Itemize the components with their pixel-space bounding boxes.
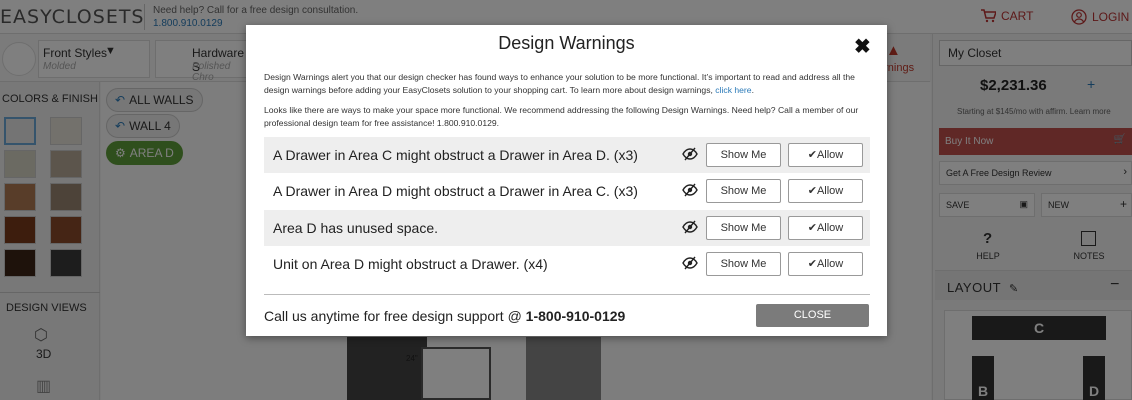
warning-text: A Drawer in Area D might obstruct a Draw… [273, 183, 638, 199]
show-me-button[interactable]: Show Me [706, 252, 781, 276]
warning-text: Unit on Area D might obstruct a Drawer. … [273, 256, 548, 272]
help-paragraph: Looks like there are ways to make your s… [264, 105, 859, 128]
allow-label: Allow [816, 222, 844, 234]
warning-row: A Drawer in Area C might obstruct a Draw… [264, 137, 870, 173]
warning-row: A Drawer in Area D might obstruct a Draw… [264, 173, 870, 209]
allow-label: Allow [816, 185, 844, 197]
intro-text: Design Warnings alert you that our desig… [264, 72, 855, 95]
show-me-button[interactable]: Show Me [706, 143, 781, 167]
intro-paragraph: Design Warnings alert you that our desig… [264, 71, 870, 97]
intro-end: . [751, 85, 754, 95]
support-phone[interactable]: 1-800-910-0129 [526, 308, 626, 324]
check-icon: ✔ [807, 149, 817, 161]
check-icon: ✔ [807, 185, 817, 197]
hidden-eye-icon[interactable] [682, 256, 698, 270]
footer-divider [264, 294, 870, 295]
allow-button[interactable]: ✔Allow [788, 216, 863, 240]
hidden-eye-icon[interactable] [682, 220, 698, 234]
learn-more-link[interactable]: click here [715, 85, 751, 95]
hidden-eye-icon[interactable] [682, 183, 698, 197]
close-icon[interactable]: ✖ [854, 37, 871, 57]
warning-row: Area D has unused space. Show Me ✔Allow [264, 210, 870, 246]
show-me-button[interactable]: Show Me [706, 216, 781, 240]
support-footer: Call us anytime for free design support … [264, 308, 625, 324]
warning-text: Area D has unused space. [273, 220, 438, 236]
modal-title: Design Warnings [498, 33, 635, 53]
check-icon: ✔ [807, 258, 817, 270]
design-warnings-modal: Design Warnings ✖ Design Warnings alert … [246, 25, 887, 336]
allow-label: Allow [816, 258, 844, 270]
allow-label: Allow [816, 149, 844, 161]
allow-button[interactable]: ✔Allow [788, 143, 863, 167]
hidden-eye-icon[interactable] [682, 147, 698, 161]
show-me-button[interactable]: Show Me [706, 179, 781, 203]
check-icon: ✔ [807, 222, 817, 234]
warning-text: A Drawer in Area C might obstruct a Draw… [273, 147, 638, 163]
allow-button[interactable]: ✔Allow [788, 252, 863, 276]
warning-row: Unit on Area D might obstruct a Drawer. … [264, 246, 870, 282]
allow-button[interactable]: ✔Allow [788, 179, 863, 203]
close-button[interactable]: CLOSE [756, 304, 869, 327]
support-text: Call us anytime for free design support … [264, 308, 526, 324]
